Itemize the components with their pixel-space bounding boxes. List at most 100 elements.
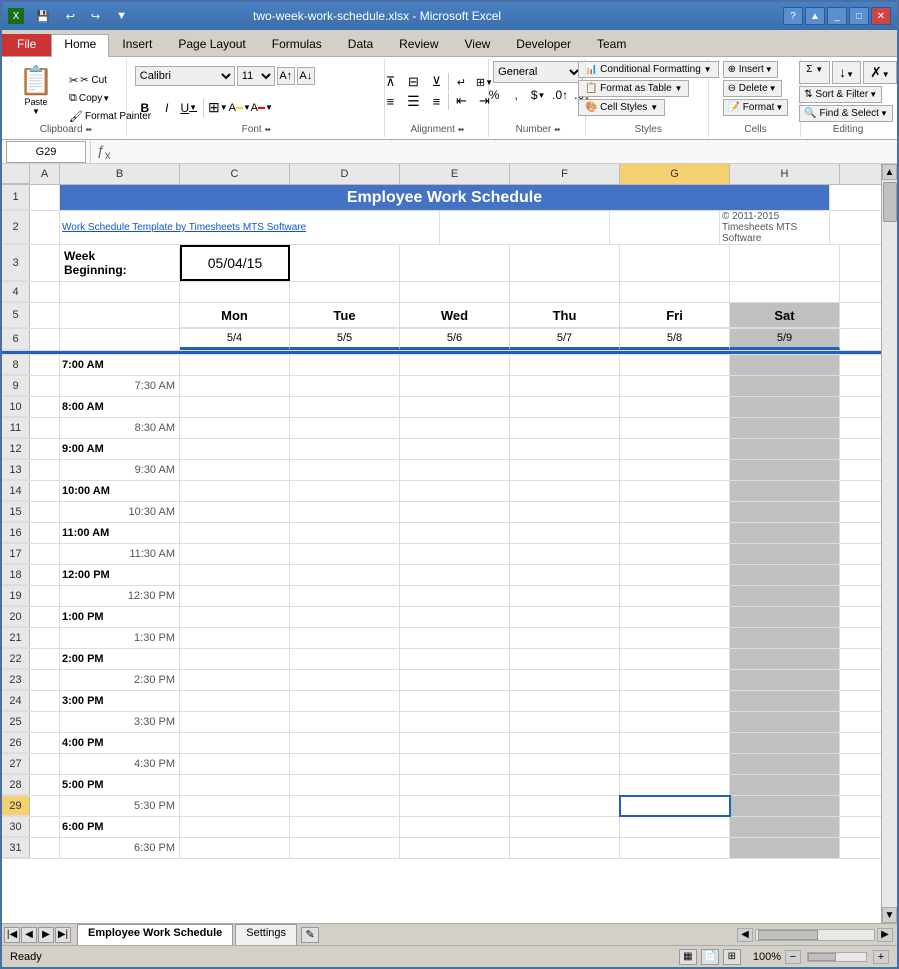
cell-C22[interactable] (180, 649, 290, 669)
cell-C10[interactable] (180, 397, 290, 417)
ribbon-collapse[interactable]: ▲ (805, 7, 825, 25)
last-sheet-button[interactable]: ▶| (55, 927, 71, 943)
cell-G14[interactable] (620, 481, 730, 501)
cell-H31[interactable] (730, 838, 840, 858)
help-button[interactable]: ? (783, 7, 803, 25)
cell-D15[interactable] (290, 502, 400, 522)
close-button[interactable]: ✕ (871, 7, 891, 25)
cell-F14[interactable] (510, 481, 620, 501)
cell-F4[interactable] (510, 282, 620, 302)
cell-B22[interactable]: 2:00 PM (60, 649, 180, 669)
zoom-in-button[interactable]: + (873, 950, 889, 964)
cell-A4[interactable] (30, 282, 60, 302)
cell-H12[interactable] (730, 439, 840, 459)
cell-F16[interactable] (510, 523, 620, 543)
cell-B12[interactable]: 9:00 AM (60, 439, 180, 459)
cell-C18[interactable] (180, 565, 290, 585)
sheet-tab-employee[interactable]: Employee Work Schedule (77, 924, 233, 945)
cell-H23[interactable] (730, 670, 840, 690)
tab-data[interactable]: Data (335, 34, 386, 56)
cell-C26[interactable] (180, 733, 290, 753)
cell-E11[interactable] (400, 418, 510, 438)
cell-H16[interactable] (730, 523, 840, 543)
tab-formulas[interactable]: Formulas (259, 34, 335, 56)
cell-D16[interactable] (290, 523, 400, 543)
border-button[interactable]: ⊞▼ (208, 98, 228, 118)
cell-E22[interactable] (400, 649, 510, 669)
cell-H30[interactable] (730, 817, 840, 837)
cell-A12[interactable] (30, 439, 60, 459)
cell-B20[interactable]: 1:00 PM (60, 607, 180, 627)
cell-C5[interactable]: Mon (180, 303, 290, 328)
cell-B5[interactable] (60, 303, 180, 328)
cell-F17[interactable] (510, 544, 620, 564)
cell-F5[interactable]: Thu (510, 303, 620, 328)
fill-color-button[interactable]: A▬▼ (230, 98, 250, 118)
quick-access-redo[interactable]: ↪ (91, 10, 100, 23)
cell-A29[interactable] (30, 796, 60, 816)
cell-C8[interactable] (180, 355, 290, 375)
cell-A2[interactable] (30, 211, 60, 244)
cell-E18[interactable] (400, 565, 510, 585)
cell-G19[interactable] (620, 586, 730, 606)
cell-F31[interactable] (510, 838, 620, 858)
quick-access-save[interactable]: 💾 (36, 10, 50, 23)
font-decrease-button[interactable]: A↓ (297, 67, 315, 85)
cell-C13[interactable] (180, 460, 290, 480)
cell-D29[interactable] (290, 796, 400, 816)
italic-button[interactable]: I (157, 98, 177, 118)
cell-B13[interactable]: 9:30 AM (60, 460, 180, 480)
cell-H5[interactable]: Sat (730, 303, 840, 328)
cell-B28[interactable]: 5:00 PM (60, 775, 180, 795)
cell-A1[interactable] (30, 185, 60, 210)
cell-H10[interactable] (730, 397, 840, 417)
quick-access-undo[interactable]: ↩ (66, 10, 75, 23)
number-format-select[interactable]: General (493, 61, 583, 83)
cell-E29[interactable] (400, 796, 510, 816)
cell-B30[interactable]: 6:00 PM (60, 817, 180, 837)
cell-H28[interactable] (730, 775, 840, 795)
cell-A3[interactable] (30, 245, 60, 281)
cell-B31[interactable]: 6:30 PM (60, 838, 180, 858)
cell-date-value[interactable]: 05/04/15 (180, 245, 290, 281)
cell-F21[interactable] (510, 628, 620, 648)
cell-B21[interactable]: 1:30 PM (60, 628, 180, 648)
cell-F27[interactable] (510, 754, 620, 774)
dollar-button[interactable]: $▼ (528, 85, 548, 105)
page-layout-button[interactable]: 📄 (701, 949, 719, 965)
cell-F19[interactable] (510, 586, 620, 606)
cell-E31[interactable] (400, 838, 510, 858)
cell-H29[interactable] (730, 796, 840, 816)
cell-H21[interactable] (730, 628, 840, 648)
cell-E27[interactable] (400, 754, 510, 774)
formula-input[interactable] (117, 142, 897, 162)
zoom-thumb[interactable] (808, 953, 836, 961)
cell-G6[interactable]: 5/8 (620, 329, 730, 350)
cell-C9[interactable] (180, 376, 290, 396)
tab-insert[interactable]: Insert (109, 34, 165, 56)
font-size-select[interactable]: 11 (237, 66, 275, 86)
cell-E6[interactable]: 5/6 (400, 329, 510, 350)
cell-G5[interactable]: Fri (620, 303, 730, 328)
align-left-button[interactable]: ≡ (379, 92, 401, 110)
font-name-select[interactable]: Calibri (135, 66, 235, 86)
vertical-scrollbar[interactable]: ▲ ▼ (881, 164, 897, 923)
cell-C28[interactable] (180, 775, 290, 795)
cell-E28[interactable] (400, 775, 510, 795)
cell-E26[interactable] (400, 733, 510, 753)
cell-G20[interactable] (620, 607, 730, 627)
cell-F25[interactable] (510, 712, 620, 732)
cell-B16[interactable]: 11:00 AM (60, 523, 180, 543)
cell-B25[interactable]: 3:30 PM (60, 712, 180, 732)
h-scroll-thumb[interactable] (758, 930, 818, 940)
sort-filter-button[interactable]: ⇅ Sort & Filter ▼ (799, 86, 882, 103)
cell-C4[interactable] (180, 282, 290, 302)
tab-file[interactable]: File (2, 34, 51, 56)
cell-F15[interactable] (510, 502, 620, 522)
restore-button[interactable]: □ (849, 7, 869, 25)
cell-D5[interactable]: Tue (290, 303, 400, 328)
cell-D18[interactable] (290, 565, 400, 585)
cell-D13[interactable] (290, 460, 400, 480)
cell-D4[interactable] (290, 282, 400, 302)
cell-C17[interactable] (180, 544, 290, 564)
